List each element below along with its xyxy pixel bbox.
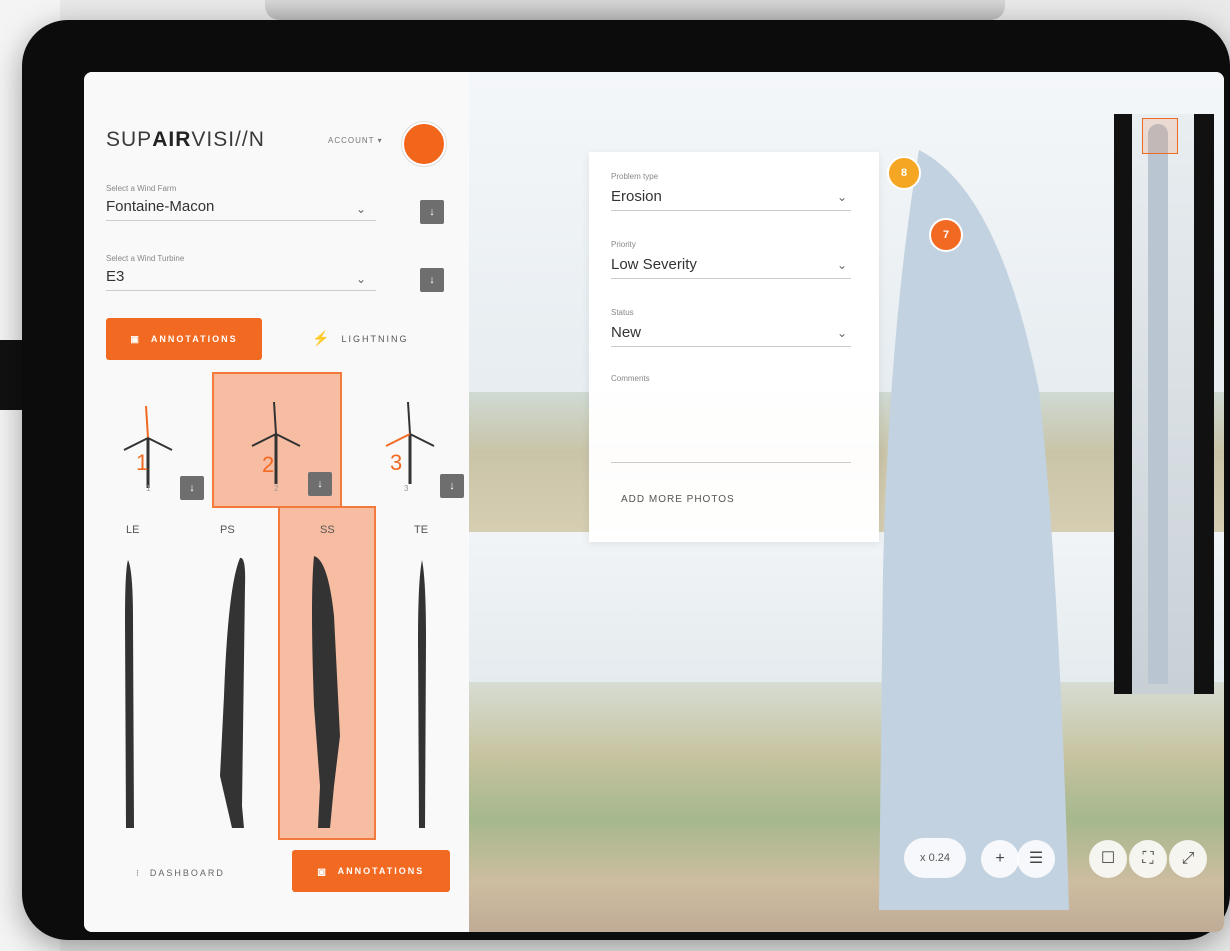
blade-minimap[interactable]	[1114, 114, 1214, 694]
wind-turbine-value: E3	[106, 268, 125, 285]
wind-farm-label: Select a Wind Farm	[106, 184, 177, 193]
inspection-view: Problem type Erosion ⌄ Priority Low Seve…	[469, 72, 1224, 932]
logo-suffix: VISI//N	[191, 128, 265, 151]
annotations-button[interactable]: ◙ ANNOTATIONS	[292, 850, 450, 892]
logo-bold: AIR	[152, 128, 192, 151]
chevron-down-icon[interactable]: ⌄	[356, 202, 366, 216]
camera-icon: ◙	[317, 863, 328, 879]
download-turbine-1-button[interactable]: ↓	[180, 476, 204, 500]
image-icon: ▣	[130, 333, 141, 344]
annotation-marker-7[interactable]: 7	[929, 218, 963, 252]
turbine-2-sub: 2	[274, 484, 279, 493]
turbine-1-icon[interactable]	[118, 402, 178, 492]
image-gap	[469, 532, 1224, 692]
wind-farm-value: Fontaine-Macon	[106, 198, 215, 215]
status-value: New	[611, 324, 642, 341]
annotations-tab-button[interactable]: ▣ ANNOTATIONS	[106, 318, 262, 360]
blade-le-view[interactable]	[120, 560, 140, 830]
problem-type-select[interactable]: Erosion	[611, 186, 851, 211]
list-view-button[interactable]: ☰	[1017, 840, 1055, 878]
sidebar: SUPAIRVISI//N ACCOUNT ▾ Select a Wind Fa…	[84, 72, 469, 932]
app-screen: SUPAIRVISI//N ACCOUNT ▾ Select a Wind Fa…	[84, 72, 1224, 932]
chevron-down-icon[interactable]: ⌄	[837, 258, 847, 272]
turbine-3-sub: 3	[404, 484, 409, 493]
annotations-tab-label: ANNOTATIONS	[150, 334, 238, 344]
app-logo: SUPAIRVISI//N	[106, 128, 265, 152]
menu-icon: ⁝	[136, 868, 141, 878]
chevron-down-icon[interactable]: ⌄	[837, 190, 847, 204]
minimap-viewport[interactable]	[1142, 118, 1178, 154]
priority-label: Priority	[611, 240, 636, 249]
priority-select[interactable]: Low Severity	[611, 254, 851, 279]
frame-button[interactable]: ☐	[1089, 840, 1127, 878]
wind-farm-select[interactable]: Fontaine-Macon	[106, 196, 376, 221]
blade-image[interactable]	[879, 150, 1079, 910]
comments-textarea[interactable]	[611, 382, 851, 463]
priority-value: Low Severity	[611, 256, 697, 273]
download-farm-button[interactable]: ↓	[420, 200, 444, 224]
account-menu[interactable]: ACCOUNT ▾	[328, 136, 383, 145]
annotation-marker-8[interactable]: 8	[887, 156, 921, 190]
zoom-in-button[interactable]: +	[981, 840, 1019, 878]
side-label-ps[interactable]: PS	[220, 524, 235, 536]
side-label-le[interactable]: LE	[126, 524, 139, 536]
blade-te-view[interactable]	[412, 560, 432, 830]
lightning-icon: ⚡	[312, 330, 332, 346]
turbine-2-icon[interactable]	[246, 398, 306, 488]
chevron-down-icon[interactable]: ⌄	[356, 272, 366, 286]
download-turbine-button[interactable]: ↓	[420, 268, 444, 292]
landscape-bottom	[469, 682, 1224, 932]
turbine-1-number: 1	[136, 450, 149, 475]
fullscreen-button[interactable]: ⤢	[1169, 840, 1207, 878]
dashboard-link[interactable]: ⁝ DASHBOARD	[136, 868, 225, 879]
fit-to-screen-button[interactable]: ⛶	[1129, 840, 1167, 878]
lightning-tab-label: LIGHTNING	[341, 333, 409, 344]
download-turbine-2-button[interactable]: ↓	[308, 472, 332, 496]
avatar[interactable]	[402, 122, 446, 166]
turbine-3-icon[interactable]	[380, 398, 440, 488]
logo-prefix: SUP	[106, 128, 153, 151]
background-device-edge	[265, 0, 1005, 20]
lightning-tab[interactable]: ⚡ LIGHTNING	[312, 330, 408, 347]
blade-ss-view[interactable]	[306, 556, 346, 830]
download-turbine-3-button[interactable]: ↓	[440, 474, 464, 498]
side-label-te[interactable]: TE	[414, 524, 428, 536]
dashboard-label: DASHBOARD	[149, 868, 225, 878]
turbine-2-number: 2	[262, 452, 275, 477]
zoom-level-indicator: x 0.24	[904, 838, 966, 878]
side-label-ss[interactable]: SS	[320, 524, 335, 536]
annotation-form-panel: Problem type Erosion ⌄ Priority Low Seve…	[589, 152, 879, 542]
turbine-1-sub: 1	[146, 484, 151, 493]
minimap-blade	[1148, 124, 1168, 684]
tablet-frame: SUPAIRVISI//N ACCOUNT ▾ Select a Wind Fa…	[22, 20, 1230, 940]
problem-type-value: Erosion	[611, 188, 662, 205]
status-label: Status	[611, 308, 634, 317]
status-select[interactable]: New	[611, 322, 851, 347]
chevron-down-icon[interactable]: ⌄	[837, 326, 847, 340]
turbine-3-number: 3	[390, 450, 403, 475]
wind-turbine-select[interactable]: E3	[106, 266, 376, 291]
blade-ps-view[interactable]	[214, 556, 254, 830]
add-more-photos-button[interactable]: ADD MORE PHOTOS	[621, 494, 735, 505]
problem-type-label: Problem type	[611, 172, 659, 181]
annotations-button-label: ANNOTATIONS	[337, 866, 425, 876]
wind-turbine-label: Select a Wind Turbine	[106, 254, 185, 263]
